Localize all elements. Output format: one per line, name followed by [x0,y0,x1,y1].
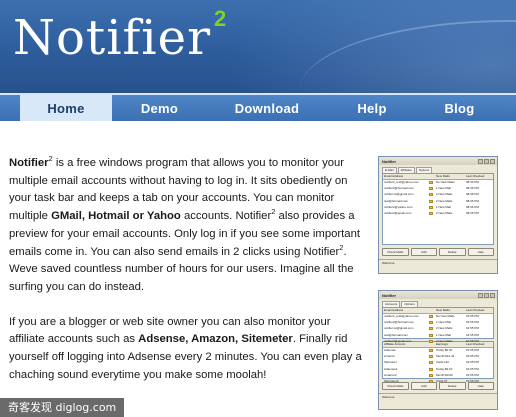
supported-services: GMail, Hotmail or Yahoo [51,210,181,223]
email-grid: Email Address New Mails Last Checked not… [382,307,494,343]
nav-item-blog[interactable]: Blog [417,95,502,121]
app-screenshot-affiliates[interactable]: Notifier Accounts Options Email Address … [378,290,498,410]
nav-item-download[interactable]: Download [207,95,327,121]
close-icon [490,158,495,164]
maximize-icon [484,158,489,164]
help-button: Help [467,382,494,390]
column-header [427,174,435,179]
nav-item-demo[interactable]: Demo [112,95,207,121]
help-button: Help [467,248,494,256]
delete-button: Delete [439,248,466,256]
add-button: Add [410,248,437,256]
tab-affiliates: Affiliates [397,167,415,173]
affiliate-grid: Affiliate Account Earnings Last Checked … [382,341,494,384]
table-cell: 08:36 PM [466,211,479,216]
status-bar: Welcome [379,259,497,267]
column-header [427,342,435,347]
column-header: Last Checked [466,308,485,312]
column-header: Earnings [436,342,448,346]
column-header [427,308,435,313]
check-mails-button: Check Mails [382,248,409,256]
nav-item-help[interactable]: Help [327,95,417,121]
tab-options: Options [415,167,433,173]
tab-options: Options [401,301,418,307]
column-header: Email Address [384,308,404,312]
product-name: Notifier [9,157,49,169]
minimize-icon [478,292,483,298]
table-cell: 2 New Mails [436,211,453,216]
app-screenshot-email[interactable]: Notifier E-Mail Affiliates Options Email… [378,156,498,274]
window-title: Notifier [382,292,396,298]
main-nav: Home Demo Download Help Blog [0,93,516,121]
email-grid: Email Address New Mails Last Checked not… [382,173,494,245]
mail-icon [427,211,435,217]
nav-item-home[interactable]: Home [20,95,112,121]
maximize-icon [484,292,489,298]
status-bar: Welcome [379,393,497,401]
tab-email: E-Mail [382,167,397,173]
affiliate-services: Adsense, Amazon, Sitemeter [138,333,293,346]
column-header: Affiliate Account [384,342,406,346]
column-header: New Mails [436,308,450,312]
check-mails-button: Check Mails [382,382,409,390]
intro-paragraph-1: Notifier2 is a free windows program that… [9,155,366,297]
site-logo[interactable]: Notifier [13,10,211,66]
column-header: New Mails [436,174,450,178]
window-titlebar: Notifier [379,291,497,299]
column-header: Email Address [384,174,404,178]
column-header: Last Checked [466,174,485,178]
table-row: notifier2@gmail.com 2 New Mails 08:36 PM [383,211,493,217]
minimize-icon [478,158,483,164]
column-header: Last Checked [466,342,485,346]
delete-button: Delete [439,382,466,390]
intro-text: Notifier2 is a free windows program that… [9,155,366,401]
site-header: Notifier 2 [0,0,516,93]
text-run: accounts. Notifier [180,210,272,223]
add-button: Add [410,382,437,390]
window-title: Notifier [382,158,396,164]
site-logo-superscript: 2 [214,6,227,31]
window-titlebar: Notifier [379,157,497,165]
intro-paragraph-2: If you are a blogger or web site owner y… [9,314,366,385]
table-cell: notifier2@gmail.com [384,211,412,216]
watermark: 奇客发现 diglog.com [0,398,125,417]
close-icon [490,292,495,298]
tab-accounts: Accounts [382,301,401,307]
